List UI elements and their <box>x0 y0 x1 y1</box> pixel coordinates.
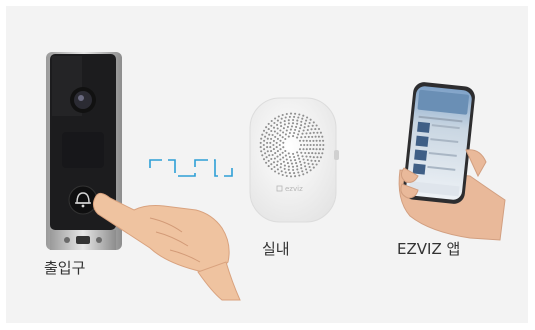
chime-label: 실내 <box>262 240 290 258</box>
svg-text:ezviz: ezviz <box>285 185 303 193</box>
phone-icon <box>398 82 506 241</box>
app-label: EZVIZ 앱 <box>397 240 461 258</box>
chime-device: ezviz <box>249 97 339 223</box>
signal-wave-icon <box>149 159 233 177</box>
doorbell-label: 출입구 <box>44 259 86 277</box>
diagram-illustration: ezviz <box>46 52 506 301</box>
